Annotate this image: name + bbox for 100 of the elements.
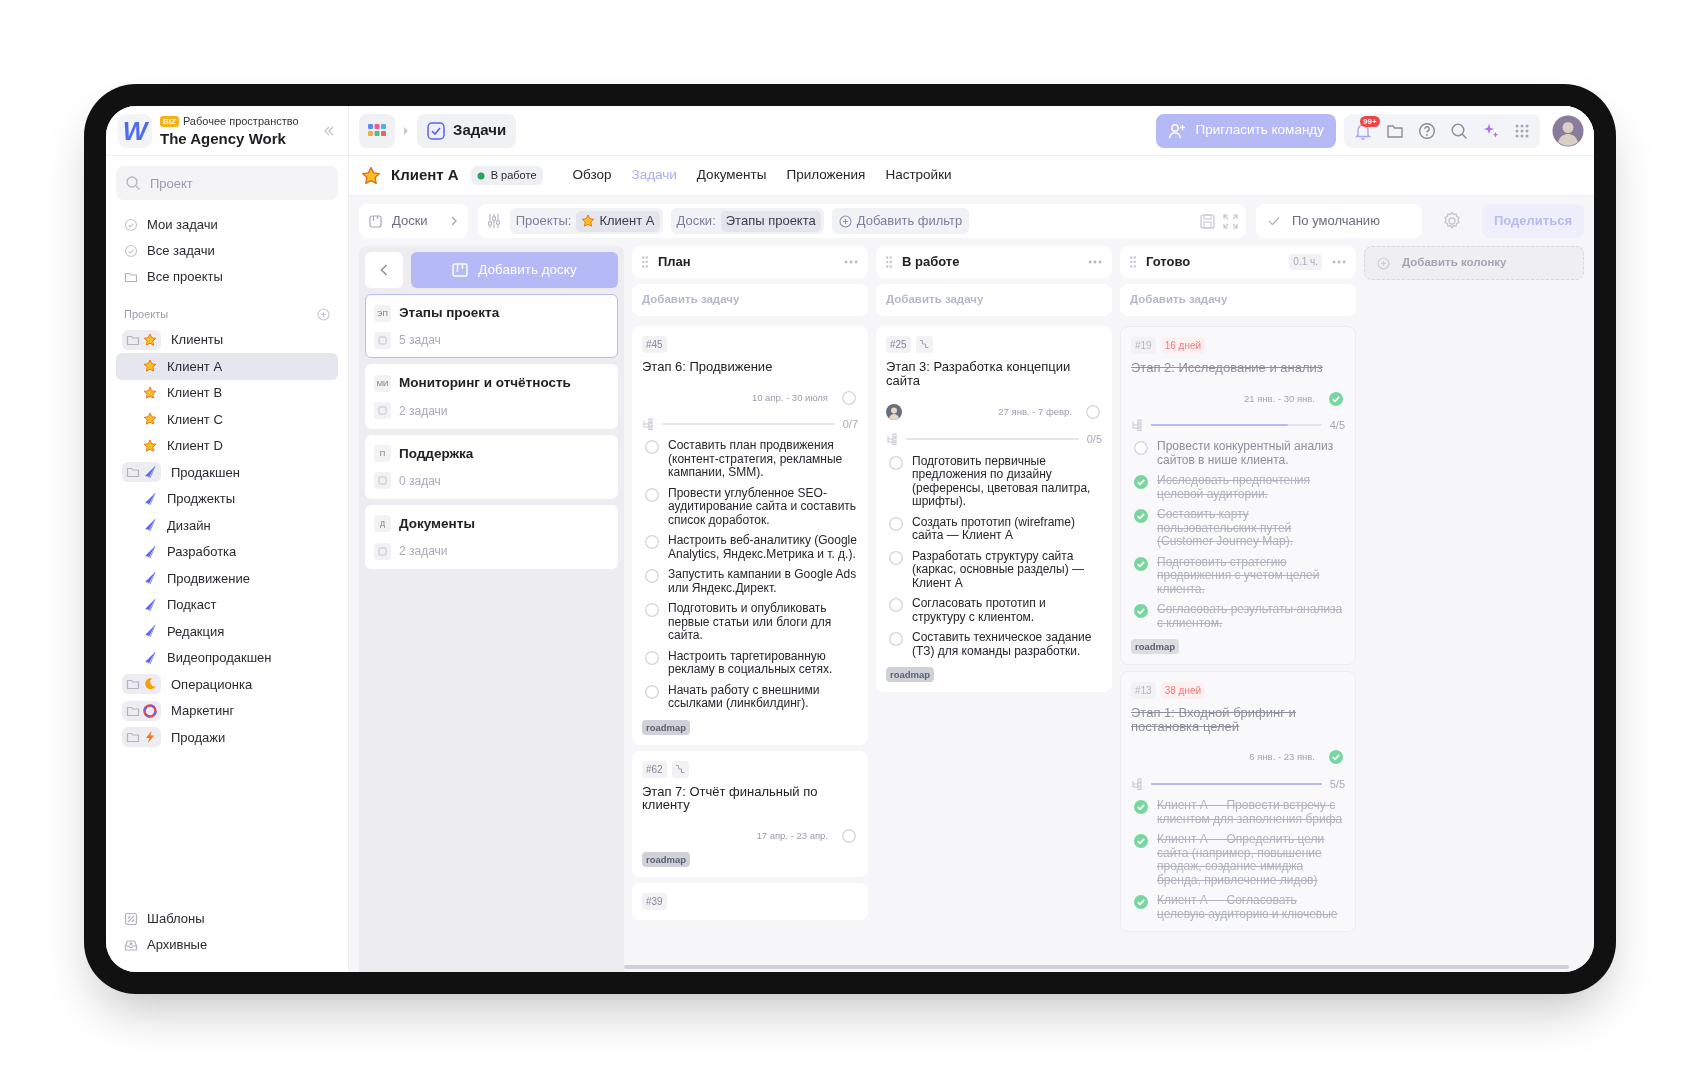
- project-item[interactable]: Операционка: [116, 671, 338, 698]
- templates-icon: [124, 912, 138, 926]
- filter-chip[interactable]: Проекты: Клиент А: [509, 208, 663, 234]
- checkbox[interactable]: [1086, 405, 1100, 419]
- subtask-text: Запустить кампании в Google Ads или Яндекс.Директ.: [668, 568, 858, 596]
- more-icon[interactable]: [1332, 260, 1346, 264]
- assignee-avatar[interactable]: [886, 404, 902, 420]
- nav-item[interactable]: Все проекты: [116, 264, 338, 290]
- checkbox[interactable]: [842, 390, 856, 405]
- tab[interactable]: Настройки: [885, 165, 952, 186]
- nav-item[interactable]: Мои задачи: [116, 212, 338, 238]
- project-item[interactable]: Продвижение: [116, 565, 338, 592]
- help-icon[interactable]: [1418, 121, 1436, 140]
- tab[interactable]: Документы: [696, 165, 767, 186]
- checkbox[interactable]: [645, 440, 659, 455]
- checkbox[interactable]: [889, 455, 903, 470]
- task-card[interactable]: [632, 326, 868, 745]
- back-button[interactable]: [365, 252, 403, 288]
- project-item[interactable]: Маркетинг: [116, 697, 338, 724]
- project-item[interactable]: Клиент C: [116, 406, 338, 433]
- folder-chip[interactable]: [122, 727, 161, 748]
- task-count: 2 задачи: [399, 543, 448, 560]
- tab[interactable]: Обзор: [572, 165, 612, 186]
- expand-icon[interactable]: [1222, 213, 1238, 229]
- checked-checkbox[interactable]: [1134, 556, 1148, 571]
- task-card[interactable]: #62 Этап 7: Отчёт финальный по клиенту 17 апр. - 23 апр. roadmap: [632, 750, 868, 877]
- filter-chip[interactable]: Доски: Этапы проекта: [670, 208, 824, 234]
- add-icon[interactable]: [317, 307, 330, 321]
- filter-sliders-icon[interactable]: [485, 213, 502, 229]
- boards-button[interactable]: Доски: [359, 204, 468, 238]
- project-item[interactable]: Видеопродакшен: [116, 644, 338, 671]
- checked-checkbox[interactable]: [1134, 834, 1148, 848]
- project-item[interactable]: Подкаст: [116, 591, 338, 618]
- checked-checkbox[interactable]: [1134, 604, 1148, 619]
- checked-checkbox[interactable]: [1134, 475, 1148, 490]
- workspace-name[interactable]: The Agency Work: [160, 129, 314, 149]
- subtask-text: Провести конкурентный анализ сайтов в нише клиента.: [1157, 440, 1335, 468]
- folder-icon: [126, 677, 140, 692]
- checkbox[interactable]: [889, 550, 903, 565]
- checked-checkbox[interactable]: [1134, 895, 1148, 909]
- column-title: В работе: [902, 253, 961, 272]
- search-field[interactable]: Проект: [116, 166, 338, 200]
- more-icon[interactable]: [1088, 260, 1102, 264]
- checkbox[interactable]: [645, 535, 659, 550]
- tab[interactable]: Приложения: [786, 165, 866, 186]
- project-item[interactable]: Разработка: [116, 538, 338, 565]
- checked-checkbox[interactable]: [1329, 391, 1343, 406]
- project-item[interactable]: Продакшен: [116, 459, 338, 486]
- project-item[interactable]: Продажи: [116, 724, 338, 751]
- checkbox[interactable]: [645, 603, 659, 618]
- project-item[interactable]: Дизайн: [116, 512, 338, 539]
- overdue-badge: 38 дней: [1160, 682, 1206, 700]
- drag-handle-icon[interactable]: [886, 256, 892, 268]
- checkbox[interactable]: [645, 569, 659, 584]
- project-item[interactable]: Клиент D: [116, 432, 338, 459]
- footer-item[interactable]: Шаблоны: [116, 906, 338, 932]
- project-item[interactable]: Проджекты: [116, 485, 338, 512]
- star-icon: [143, 412, 157, 427]
- checked-checkbox[interactable]: [1134, 800, 1148, 814]
- folder-chip[interactable]: [122, 329, 161, 350]
- checked-checkbox[interactable]: [1329, 750, 1343, 765]
- grid-icon[interactable]: [1514, 122, 1530, 139]
- checkbox[interactable]: [645, 684, 659, 699]
- checkbox[interactable]: [889, 632, 903, 646]
- task-count-icon: [374, 542, 391, 560]
- workspace-logo[interactable]: W: [118, 113, 152, 148]
- task-card[interactable]: [876, 326, 1112, 692]
- star-icon: [143, 438, 157, 453]
- drag-handle-icon[interactable]: [1130, 256, 1136, 268]
- folder-chip[interactable]: [122, 462, 161, 483]
- user-avatar[interactable]: [1552, 114, 1584, 147]
- checkbox[interactable]: [645, 487, 659, 502]
- checkbox[interactable]: [889, 598, 903, 612]
- apps-button[interactable]: [359, 113, 395, 148]
- horizontal-scrollbar[interactable]: [624, 965, 1569, 969]
- project-item[interactable]: Клиенты: [116, 326, 338, 353]
- more-icon[interactable]: [844, 260, 858, 264]
- nav-item[interactable]: Все задачи: [116, 238, 338, 264]
- checkbox[interactable]: [842, 828, 856, 843]
- folder-chip[interactable]: [122, 674, 161, 695]
- footer-item[interactable]: Архивные: [116, 932, 338, 958]
- checkbox[interactable]: [889, 516, 903, 531]
- subtask-text: Подготовить стратегию продвижения с учетом целей клиента.: [1157, 555, 1321, 597]
- folder-chip[interactable]: [122, 700, 161, 721]
- view-selector[interactable]: По умолчанию: [1255, 204, 1422, 238]
- star-icon: [143, 385, 157, 400]
- checkbox[interactable]: [1134, 441, 1148, 456]
- page-button[interactable]: Задачи: [417, 113, 517, 148]
- project-item[interactable]: Клиент B: [116, 379, 338, 406]
- project-item[interactable]: Редакция: [116, 618, 338, 645]
- check-circle-icon: [124, 218, 138, 232]
- paper-plane-icon: [143, 518, 157, 533]
- settings-icon[interactable]: [1441, 211, 1462, 231]
- checked-checkbox[interactable]: [1134, 509, 1148, 524]
- save-icon[interactable]: [1199, 213, 1215, 229]
- checkbox[interactable]: [645, 650, 659, 665]
- search-icon[interactable]: [1450, 121, 1468, 140]
- drag-handle-icon[interactable]: [642, 256, 648, 268]
- project-item[interactable]: Клиент А: [116, 353, 338, 380]
- add-filter-button[interactable]: Добавить фильтр: [831, 208, 970, 234]
